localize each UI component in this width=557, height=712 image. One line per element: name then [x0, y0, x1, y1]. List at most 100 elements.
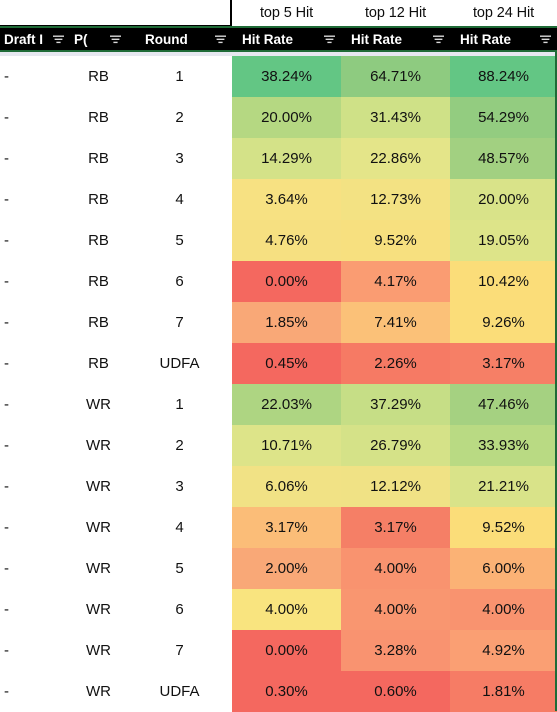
cell-round: 6 [127, 261, 232, 302]
table-row[interactable]: - RB 2 20.00% 31.43% 54.29% [0, 97, 557, 138]
column-header-hit-rate-top12-label: Hit Rate [351, 31, 403, 47]
column-header-hit-rate-top5-label: Hit Rate [242, 31, 294, 47]
cell-position: WR [70, 548, 127, 589]
cell-round: UDFA [127, 671, 232, 712]
group-header-top24: top 24 Hit [450, 0, 557, 26]
cell-hit-rate-top5: 38.24% [232, 56, 341, 97]
table-row[interactable]: - RB 7 1.85% 7.41% 9.26% [0, 302, 557, 343]
cell-draft: - [0, 507, 70, 548]
table-row[interactable]: - RB UDFA 0.45% 2.26% 3.17% [0, 343, 557, 384]
table-row[interactable]: - WR UDFA 0.30% 0.60% 1.81% [0, 671, 557, 712]
column-header-round-label: Round [145, 31, 188, 47]
cell-hit-rate-top5: 2.00% [232, 548, 341, 589]
cell-hit-rate-top5: 0.30% [232, 671, 341, 712]
cell-draft: - [0, 56, 70, 97]
cell-round: 4 [127, 179, 232, 220]
table-row[interactable]: - RB 3 14.29% 22.86% 48.57% [0, 138, 557, 179]
cell-hit-rate-top12: 26.79% [341, 425, 450, 466]
cell-hit-rate-top24: 48.57% [450, 138, 557, 179]
cell-round: 1 [127, 384, 232, 425]
filter-dropdown-icon[interactable] [214, 34, 227, 45]
cell-round: 5 [127, 548, 232, 589]
cell-round: 4 [127, 507, 232, 548]
column-header-hit-rate-top24[interactable]: Hit Rate [450, 28, 557, 50]
cell-position: RB [70, 302, 127, 343]
cell-draft: - [0, 138, 70, 179]
cell-position: WR [70, 671, 127, 712]
column-header-draft-label: Draft I [4, 31, 44, 47]
cell-hit-rate-top5: 0.00% [232, 261, 341, 302]
cell-hit-rate-top12: 7.41% [341, 302, 450, 343]
cell-position: RB [70, 97, 127, 138]
cell-hit-rate-top5: 14.29% [232, 138, 341, 179]
cell-position: RB [70, 56, 127, 97]
cell-hit-rate-top24: 21.21% [450, 466, 557, 507]
cell-hit-rate-top24: 3.17% [450, 343, 557, 384]
cell-round: 5 [127, 220, 232, 261]
table-row[interactable]: - WR 3 6.06% 12.12% 21.21% [0, 466, 557, 507]
cell-round: 3 [127, 138, 232, 179]
filter-dropdown-icon[interactable] [432, 34, 445, 45]
cell-draft: - [0, 302, 70, 343]
cell-hit-rate-top5: 3.17% [232, 507, 341, 548]
cell-hit-rate-top5: 10.71% [232, 425, 341, 466]
column-header-hit-rate-top24-label: Hit Rate [460, 31, 512, 47]
cell-hit-rate-top24: 9.52% [450, 507, 557, 548]
cell-round: 1 [127, 56, 232, 97]
cell-hit-rate-top12: 0.60% [341, 671, 450, 712]
cell-position: RB [70, 261, 127, 302]
column-header-hit-rate-top5[interactable]: Hit Rate [232, 28, 341, 50]
table-row[interactable]: - WR 7 0.00% 3.28% 4.92% [0, 630, 557, 671]
cell-position: WR [70, 466, 127, 507]
cell-round: 2 [127, 425, 232, 466]
table-row[interactable]: - RB 5 4.76% 9.52% 19.05% [0, 220, 557, 261]
cell-hit-rate-top12: 2.26% [341, 343, 450, 384]
filter-dropdown-icon[interactable] [323, 34, 336, 45]
cell-hit-rate-top24: 1.81% [450, 671, 557, 712]
column-header-position[interactable]: P( [70, 28, 127, 50]
cell-round: UDFA [127, 343, 232, 384]
column-header-round[interactable]: Round [127, 28, 232, 50]
group-header-top5: top 5 Hit [232, 0, 341, 26]
table-row[interactable]: - WR 4 3.17% 3.17% 9.52% [0, 507, 557, 548]
cell-position: RB [70, 343, 127, 384]
group-header-blank [0, 0, 232, 26]
cell-hit-rate-top5: 20.00% [232, 97, 341, 138]
table-row[interactable]: - WR 1 22.03% 37.29% 47.46% [0, 384, 557, 425]
table-row[interactable]: - RB 6 0.00% 4.17% 10.42% [0, 261, 557, 302]
cell-hit-rate-top24: 6.00% [450, 548, 557, 589]
cell-hit-rate-top12: 9.52% [341, 220, 450, 261]
column-header-position-label: P( [74, 31, 88, 47]
cell-draft: - [0, 548, 70, 589]
cell-hit-rate-top12: 12.73% [341, 179, 450, 220]
table-row[interactable]: - RB 1 38.24% 64.71% 88.24% [0, 56, 557, 97]
table-row[interactable]: - WR 5 2.00% 4.00% 6.00% [0, 548, 557, 589]
table-body: - RB 1 38.24% 64.71% 88.24% - RB 2 20.00% 31.43% 54… [0, 56, 557, 712]
table-row[interactable]: - WR 6 4.00% 4.00% 4.00% [0, 589, 557, 630]
cell-round: 2 [127, 97, 232, 138]
cell-round: 3 [127, 466, 232, 507]
column-header-row: Draft I P( Round Hit Rate Hit Rate Hit R… [0, 26, 557, 52]
filter-dropdown-icon[interactable] [539, 34, 552, 45]
cell-draft: - [0, 220, 70, 261]
cell-position: RB [70, 220, 127, 261]
cell-draft: - [0, 425, 70, 466]
column-header-hit-rate-top12[interactable]: Hit Rate [341, 28, 450, 50]
group-header-top12: top 12 Hit [341, 0, 450, 26]
cell-draft: - [0, 97, 70, 138]
cell-hit-rate-top24: 20.00% [450, 179, 557, 220]
filter-dropdown-icon[interactable] [109, 34, 122, 45]
column-header-draft[interactable]: Draft I [0, 28, 70, 50]
cell-hit-rate-top12: 3.28% [341, 630, 450, 671]
cell-draft: - [0, 179, 70, 220]
filter-dropdown-icon[interactable] [52, 34, 65, 45]
cell-draft: - [0, 384, 70, 425]
cell-round: 7 [127, 630, 232, 671]
cell-draft: - [0, 261, 70, 302]
cell-hit-rate-top5: 3.64% [232, 179, 341, 220]
table-row[interactable]: - WR 2 10.71% 26.79% 33.93% [0, 425, 557, 466]
cell-position: WR [70, 507, 127, 548]
cell-position: WR [70, 425, 127, 466]
cell-hit-rate-top24: 54.29% [450, 97, 557, 138]
table-row[interactable]: - RB 4 3.64% 12.73% 20.00% [0, 179, 557, 220]
